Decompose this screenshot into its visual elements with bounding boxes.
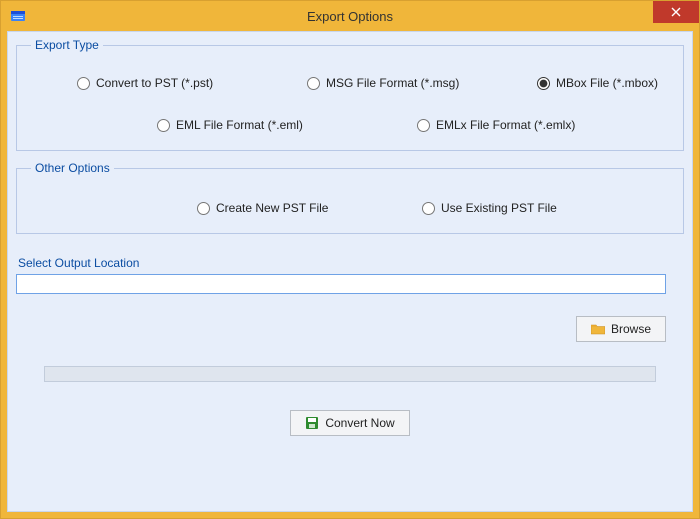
export-type-group: Export Type Convert to PST (*.pst) MSG F… [16,38,684,151]
radio-msg-label: MSG File Format (*.msg) [326,76,459,90]
radio-use-existing-pst-input[interactable] [422,202,435,215]
radio-create-new-pst-input[interactable] [197,202,210,215]
radio-msg-input[interactable] [307,77,320,90]
titlebar: Export Options [1,1,699,31]
radio-eml[interactable]: EML File Format (*.eml) [157,118,417,132]
radio-create-new-pst-label: Create New PST File [216,201,328,215]
client-area: Export Type Convert to PST (*.pst) MSG F… [7,31,693,512]
convert-now-button[interactable]: Convert Now [290,410,409,436]
window-title: Export Options [1,9,699,24]
radio-pst-label: Convert to PST (*.pst) [96,76,213,90]
close-icon [671,7,681,17]
export-type-legend: Export Type [31,38,103,52]
output-location-input[interactable] [16,274,666,294]
radio-emlx[interactable]: EMLx File Format (*.emlx) [417,118,575,132]
radio-emlx-input[interactable] [417,119,430,132]
radio-mbox-label: MBox File (*.mbox) [556,76,658,90]
radio-pst-input[interactable] [77,77,90,90]
export-options-window: Export Options Export Type Convert to PS… [0,0,700,519]
browse-button-label: Browse [611,322,651,336]
folder-icon [591,323,605,335]
close-button[interactable] [653,1,699,23]
radio-mbox-input[interactable] [537,77,550,90]
other-options-legend: Other Options [31,161,114,175]
radio-create-new-pst[interactable]: Create New PST File [197,201,422,215]
radio-emlx-label: EMLx File Format (*.emlx) [436,118,575,132]
save-icon [305,416,319,430]
radio-pst[interactable]: Convert to PST (*.pst) [77,76,307,90]
browse-button[interactable]: Browse [576,316,666,342]
radio-eml-input[interactable] [157,119,170,132]
radio-mbox[interactable]: MBox File (*.mbox) [537,76,658,90]
app-icon [9,7,27,25]
progress-bar [44,366,656,382]
other-options-group: Other Options Create New PST File Use Ex… [16,161,684,234]
convert-now-button-label: Convert Now [325,416,394,430]
radio-eml-label: EML File Format (*.eml) [176,118,303,132]
radio-use-existing-pst-label: Use Existing PST File [441,201,557,215]
output-location-label: Select Output Location [18,256,684,270]
radio-use-existing-pst[interactable]: Use Existing PST File [422,201,557,215]
radio-msg[interactable]: MSG File Format (*.msg) [307,76,537,90]
